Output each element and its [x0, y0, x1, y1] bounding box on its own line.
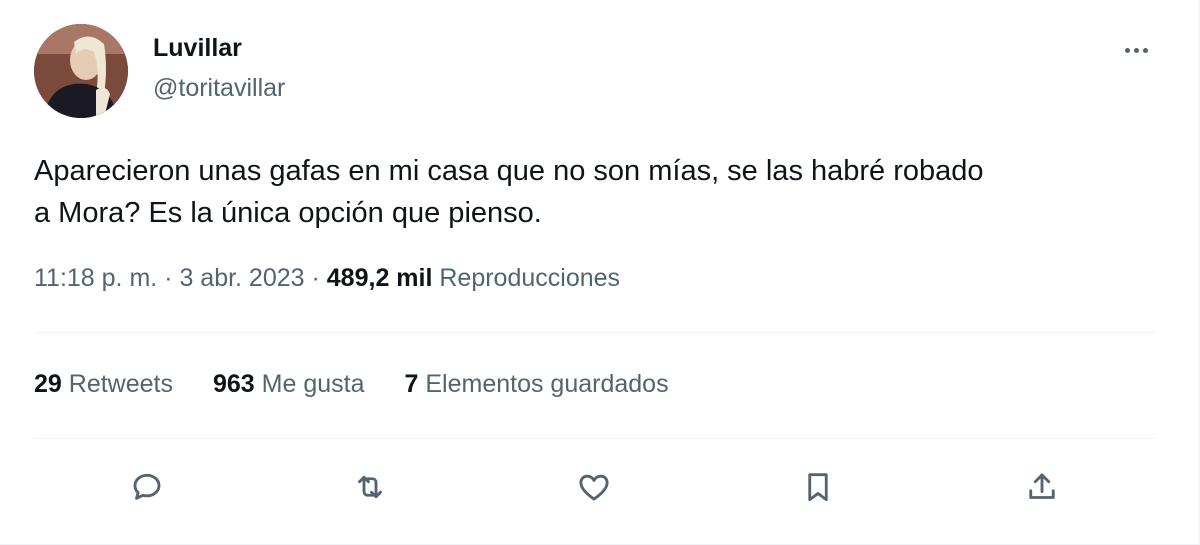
- divider: [34, 332, 1155, 333]
- views-count: 489,2 mil: [326, 264, 433, 292]
- tweet-text: Aparecieron unas gafas en mi casa que no…: [34, 155, 984, 229]
- retweet-icon: [358, 475, 382, 499]
- more-icon-dot: [1133, 47, 1139, 53]
- share-button[interactable]: [1017, 462, 1067, 512]
- bookmarks-count: 7: [404, 370, 419, 398]
- likes-stat[interactable]: 963 Me gusta: [213, 370, 365, 399]
- likes-label: Me gusta: [261, 370, 365, 398]
- tweet-time[interactable]: 11:18 p. m.: [34, 264, 157, 292]
- bookmarks-label: Elementos guardados: [425, 370, 669, 398]
- bookmark-icon: [808, 473, 828, 502]
- retweets-stat[interactable]: 29 Retweets: [34, 370, 173, 399]
- tweet-meta: 11:18 p. m. · 3 abr. 2023 · 489,2 mil Re…: [34, 264, 620, 293]
- tweet-card: Luvillar @toritavillar Aparecieron unas …: [0, 0, 1200, 545]
- share-icon: [1029, 473, 1055, 499]
- tweet-stats: 29 Retweets 963 Me gusta 7 Elementos gua…: [34, 370, 669, 399]
- user-handle[interactable]: @toritavillar: [153, 74, 285, 103]
- tweet-date[interactable]: 3 abr. 2023: [179, 264, 304, 292]
- more-icon-dot: [1142, 47, 1148, 53]
- likes-count: 963: [212, 370, 255, 398]
- avatar[interactable]: [34, 24, 128, 118]
- divider: [34, 438, 1155, 439]
- display-name[interactable]: Luvillar: [153, 34, 242, 63]
- views-label[interactable]: Reproducciones: [439, 264, 620, 292]
- like-heart-icon: [579, 474, 609, 501]
- action-bar: [0, 462, 1200, 512]
- like-button[interactable]: [569, 462, 619, 512]
- meta-separator: ·: [157, 264, 180, 292]
- retweets-count: 29: [34, 370, 62, 398]
- more-options-button[interactable]: [1118, 38, 1154, 62]
- reply-icon: [133, 473, 161, 500]
- reply-button[interactable]: [122, 462, 172, 512]
- bookmarks-stat[interactable]: 7 Elementos guardados: [405, 370, 669, 399]
- bookmark-button[interactable]: [793, 462, 843, 512]
- avatar-photo: [34, 24, 128, 118]
- retweet-button[interactable]: [345, 462, 395, 512]
- retweets-label: Retweets: [68, 370, 173, 398]
- more-icon: [1124, 47, 1130, 53]
- meta-separator: ·: [304, 264, 327, 292]
